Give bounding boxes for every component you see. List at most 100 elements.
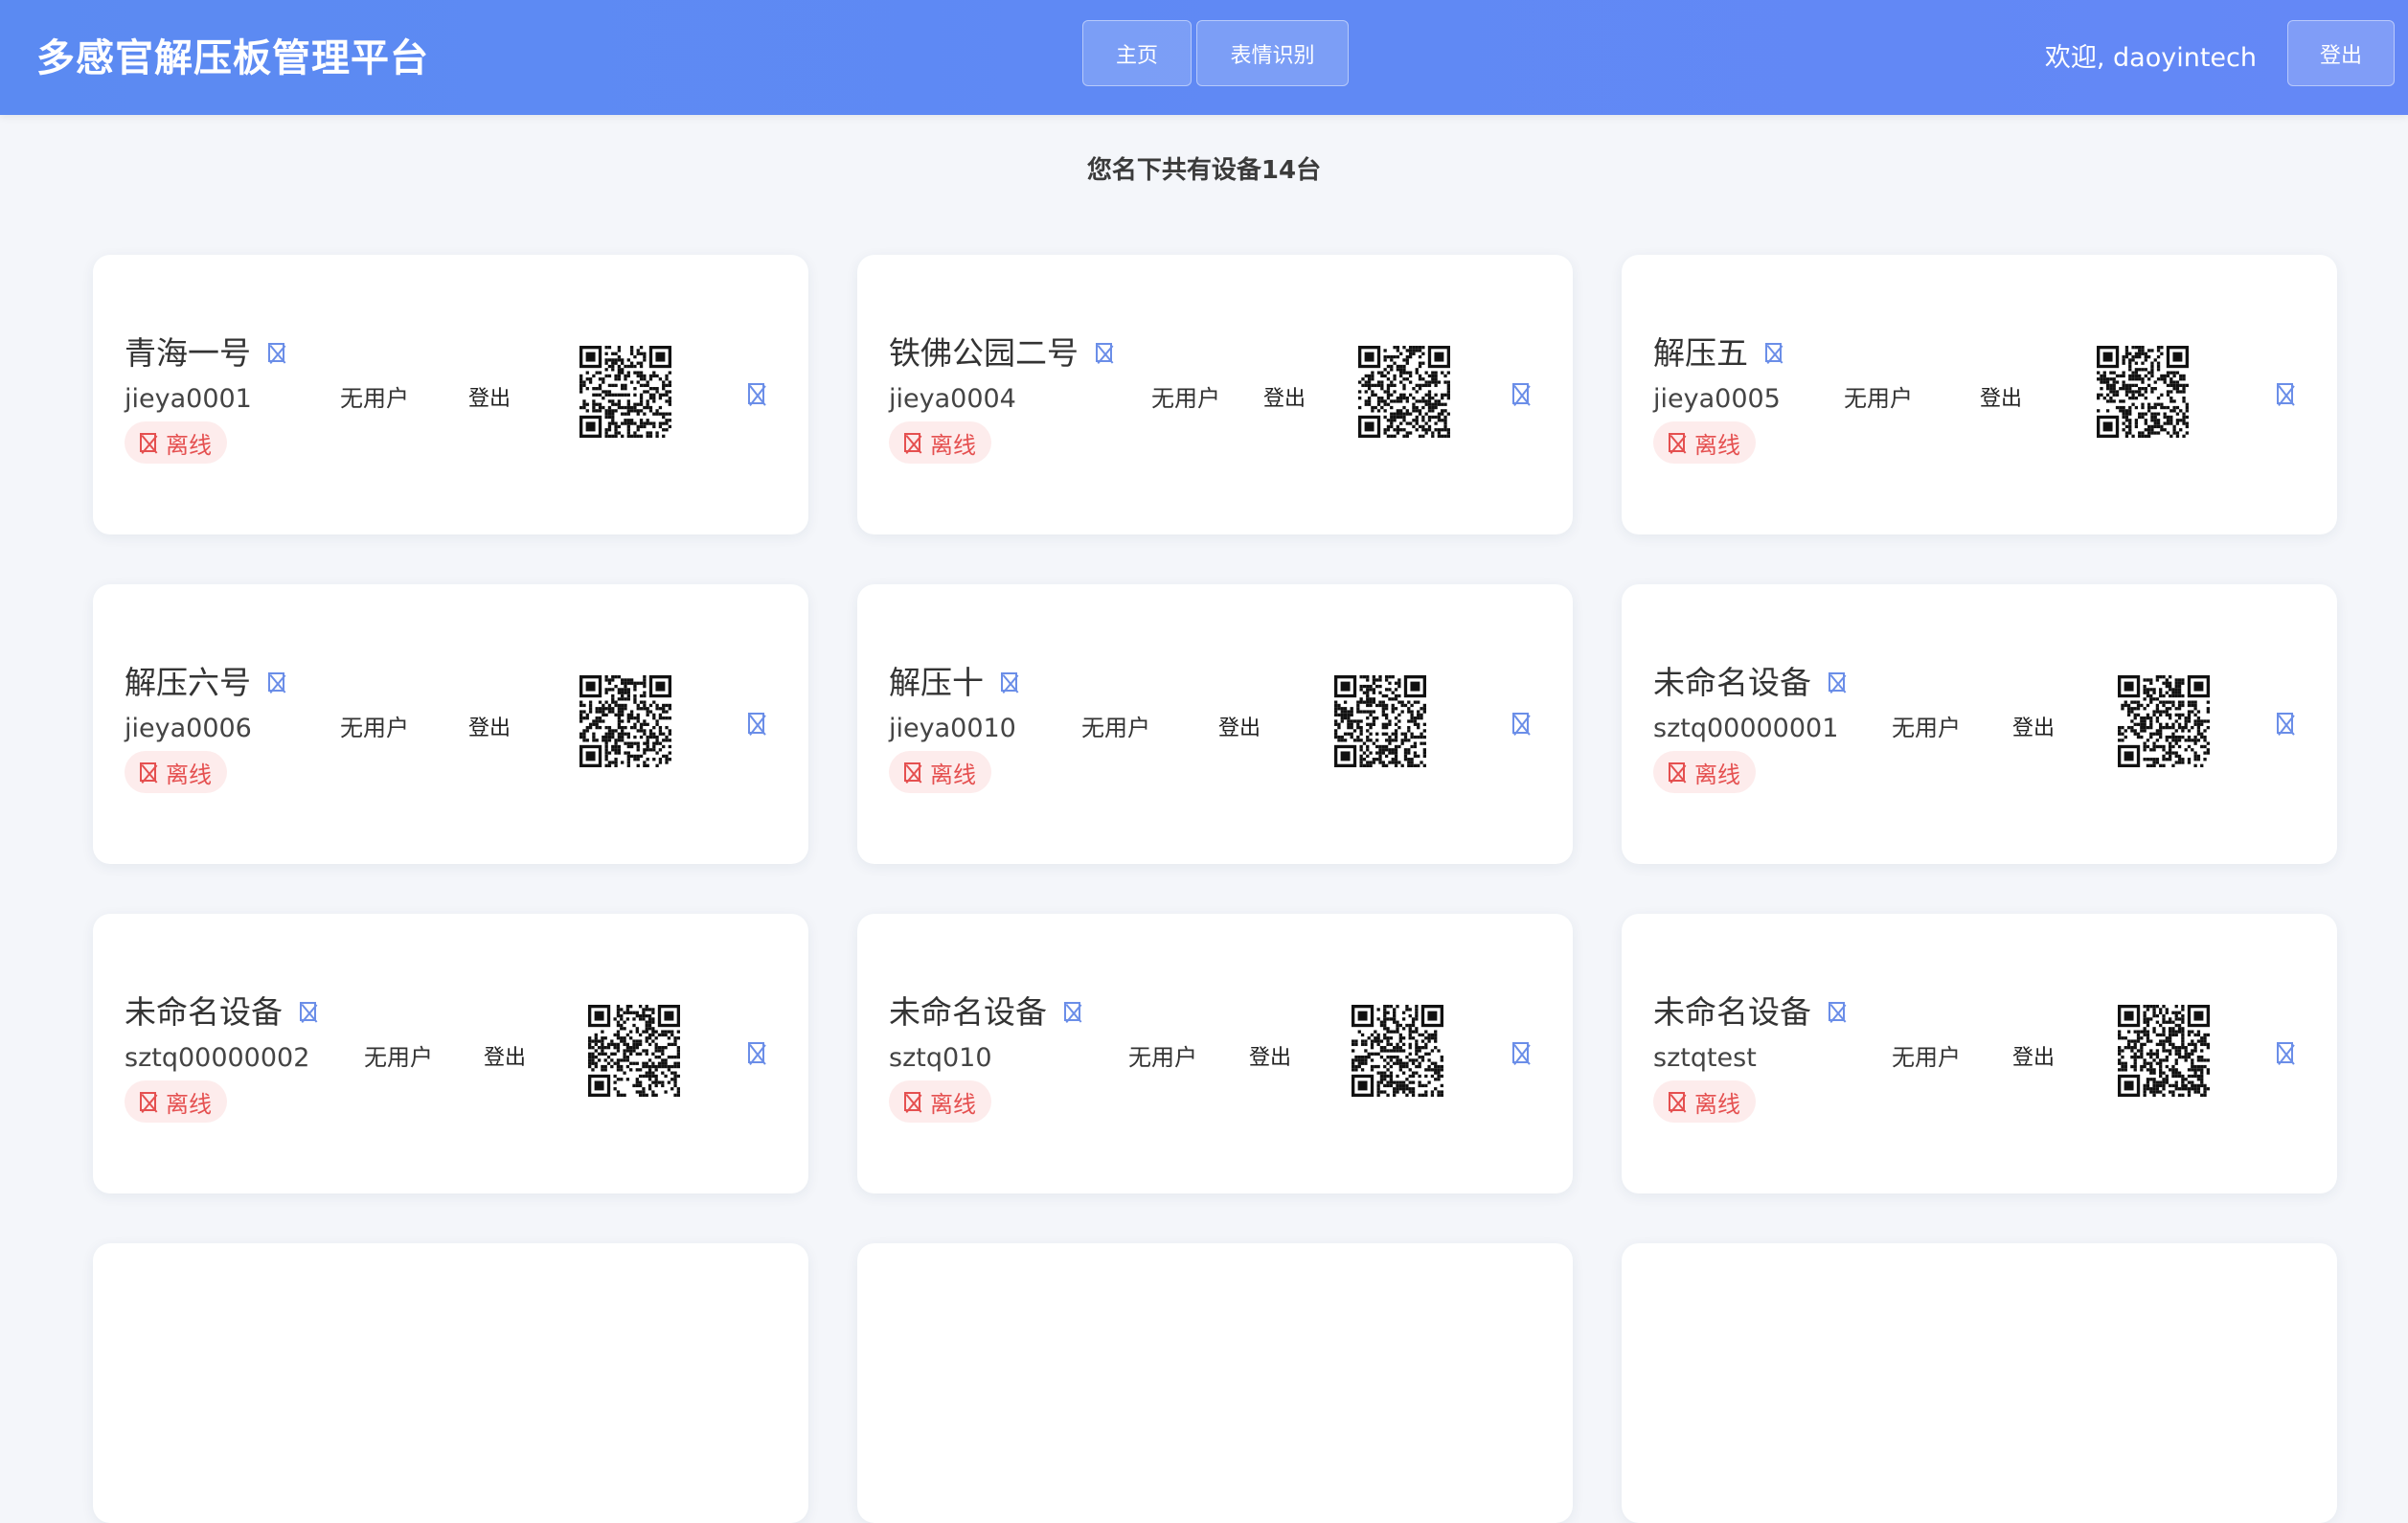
header-logout-button[interactable]: 登出 <box>2287 20 2395 86</box>
user-status: 无用户 <box>1892 715 1961 741</box>
status-badge: 离线 <box>889 1080 991 1123</box>
edit-icon[interactable] <box>1001 672 1017 692</box>
device-action-icon[interactable] <box>748 1042 764 1063</box>
status-badge: 离线 <box>889 751 991 793</box>
qr-code-icon <box>2118 1005 2210 1097</box>
edit-icon[interactable] <box>1829 1002 1845 1021</box>
device-logout-button[interactable]: 登出 <box>1980 381 2022 412</box>
device-id: sztq00000001 <box>1653 714 1839 743</box>
device-card: 青海一号 jieya0001 离线 无用户 登出 <box>93 255 808 534</box>
device-card <box>1622 1243 2337 1523</box>
device-id: jieya0004 <box>889 384 1016 414</box>
device-card: 未命名设备 sztqtest 离线 无用户 登出 <box>1622 914 2337 1193</box>
offline-icon <box>140 762 156 782</box>
device-action-icon[interactable] <box>1512 713 1529 734</box>
nav-home-button[interactable]: 主页 <box>1082 20 1192 86</box>
qr-code-icon <box>579 346 671 438</box>
device-card: 未命名设备 sztq010 离线 无用户 登出 <box>857 914 1573 1193</box>
device-action-icon[interactable] <box>2277 383 2293 404</box>
device-logout-button[interactable]: 登出 <box>2012 711 2055 741</box>
user-status: 无用户 <box>340 385 409 412</box>
device-logout-button[interactable]: 登出 <box>468 381 511 412</box>
offline-icon <box>140 433 156 452</box>
device-card <box>857 1243 1573 1523</box>
user-status: 无用户 <box>1151 385 1220 412</box>
edit-icon[interactable] <box>1096 343 1112 362</box>
offline-icon <box>1669 1092 1685 1111</box>
qr-code-icon <box>2097 346 2189 438</box>
user-status: 无用户 <box>1844 385 1913 412</box>
offline-icon <box>904 1092 920 1111</box>
device-logout-button[interactable]: 登出 <box>468 711 511 741</box>
status-badge: 离线 <box>125 421 227 464</box>
offline-icon <box>140 1092 156 1111</box>
device-action-icon[interactable] <box>748 713 764 734</box>
device-card: 未命名设备 sztq00000002 离线 无用户 登出 <box>93 914 808 1193</box>
device-logout-button[interactable]: 登出 <box>1218 711 1261 741</box>
offline-icon <box>904 433 920 452</box>
device-name: 铁佛公园二号 <box>889 328 1112 374</box>
device-id: sztq010 <box>889 1043 992 1073</box>
edit-icon[interactable] <box>1765 343 1782 362</box>
device-id: sztqtest <box>1653 1043 1757 1073</box>
welcome-text: 欢迎, daoyintech <box>2044 43 2257 73</box>
offline-icon <box>1669 762 1685 782</box>
offline-icon <box>1669 433 1685 452</box>
status-badge: 离线 <box>1653 1080 1756 1123</box>
device-logout-button[interactable]: 登出 <box>484 1040 526 1071</box>
offline-icon <box>904 762 920 782</box>
user-status: 无用户 <box>364 1044 433 1071</box>
edit-icon[interactable] <box>268 672 284 692</box>
device-count-text: 您名下共有设备14台 <box>1086 156 1322 185</box>
status-badge: 离线 <box>1653 751 1756 793</box>
device-id: sztq00000002 <box>125 1043 310 1073</box>
top-header: 多感官解压板管理平台 主页 表情识别 欢迎, daoyintech 登出 <box>0 0 2408 115</box>
user-status: 无用户 <box>1128 1044 1197 1071</box>
device-card: 解压五 jieya0005 离线 无用户 登出 <box>1622 255 2337 534</box>
device-card: 未命名设备 sztq00000001 离线 无用户 登出 <box>1622 584 2337 864</box>
device-card: 解压六号 jieya0006 离线 无用户 登出 <box>93 584 808 864</box>
device-name: 未命名设备 <box>1653 987 1845 1033</box>
nav-expression-button[interactable]: 表情识别 <box>1196 20 1349 86</box>
device-name: 青海一号 <box>125 328 284 374</box>
device-name: 未命名设备 <box>1653 657 1845 703</box>
qr-code-icon <box>2118 675 2210 767</box>
device-grid: 青海一号 jieya0001 离线 无用户 登出 铁佛公园二号 jieya000… <box>93 255 2337 1523</box>
qr-code-icon <box>1334 675 1426 767</box>
device-id: jieya0010 <box>889 714 1016 743</box>
device-name: 解压六号 <box>125 657 284 703</box>
device-card: 铁佛公园二号 jieya0004 离线 无用户 登出 <box>857 255 1573 534</box>
device-id: jieya0001 <box>125 384 252 414</box>
device-id: jieya0005 <box>1653 384 1781 414</box>
user-status: 无用户 <box>1892 1044 1961 1071</box>
status-badge: 离线 <box>125 751 227 793</box>
device-card <box>93 1243 808 1523</box>
edit-icon[interactable] <box>1829 672 1845 692</box>
device-action-icon[interactable] <box>1512 383 1529 404</box>
qr-code-icon <box>1352 1005 1443 1097</box>
edit-icon[interactable] <box>268 343 284 362</box>
brand-title: 多感官解压板管理平台 <box>36 36 429 80</box>
user-status: 无用户 <box>1081 715 1150 741</box>
device-name: 未命名设备 <box>889 987 1080 1033</box>
edit-icon[interactable] <box>300 1002 316 1021</box>
device-action-icon[interactable] <box>748 383 764 404</box>
device-name: 解压十 <box>889 657 1017 703</box>
status-badge: 离线 <box>889 421 991 464</box>
status-badge: 离线 <box>1653 421 1756 464</box>
edit-icon[interactable] <box>1064 1002 1080 1021</box>
qr-code-icon <box>1358 346 1450 438</box>
device-logout-button[interactable]: 登出 <box>1263 381 1306 412</box>
device-name: 未命名设备 <box>125 987 316 1033</box>
device-action-icon[interactable] <box>2277 713 2293 734</box>
qr-code-icon <box>588 1005 680 1097</box>
user-status: 无用户 <box>340 715 409 741</box>
device-action-icon[interactable] <box>1512 1042 1529 1063</box>
device-logout-button[interactable]: 登出 <box>1249 1040 1291 1071</box>
device-logout-button[interactable]: 登出 <box>2012 1040 2055 1071</box>
device-action-icon[interactable] <box>2277 1042 2293 1063</box>
qr-code-icon <box>579 675 671 767</box>
device-card: 解压十 jieya0010 离线 无用户 登出 <box>857 584 1573 864</box>
device-name: 解压五 <box>1653 328 1782 374</box>
status-badge: 离线 <box>125 1080 227 1123</box>
